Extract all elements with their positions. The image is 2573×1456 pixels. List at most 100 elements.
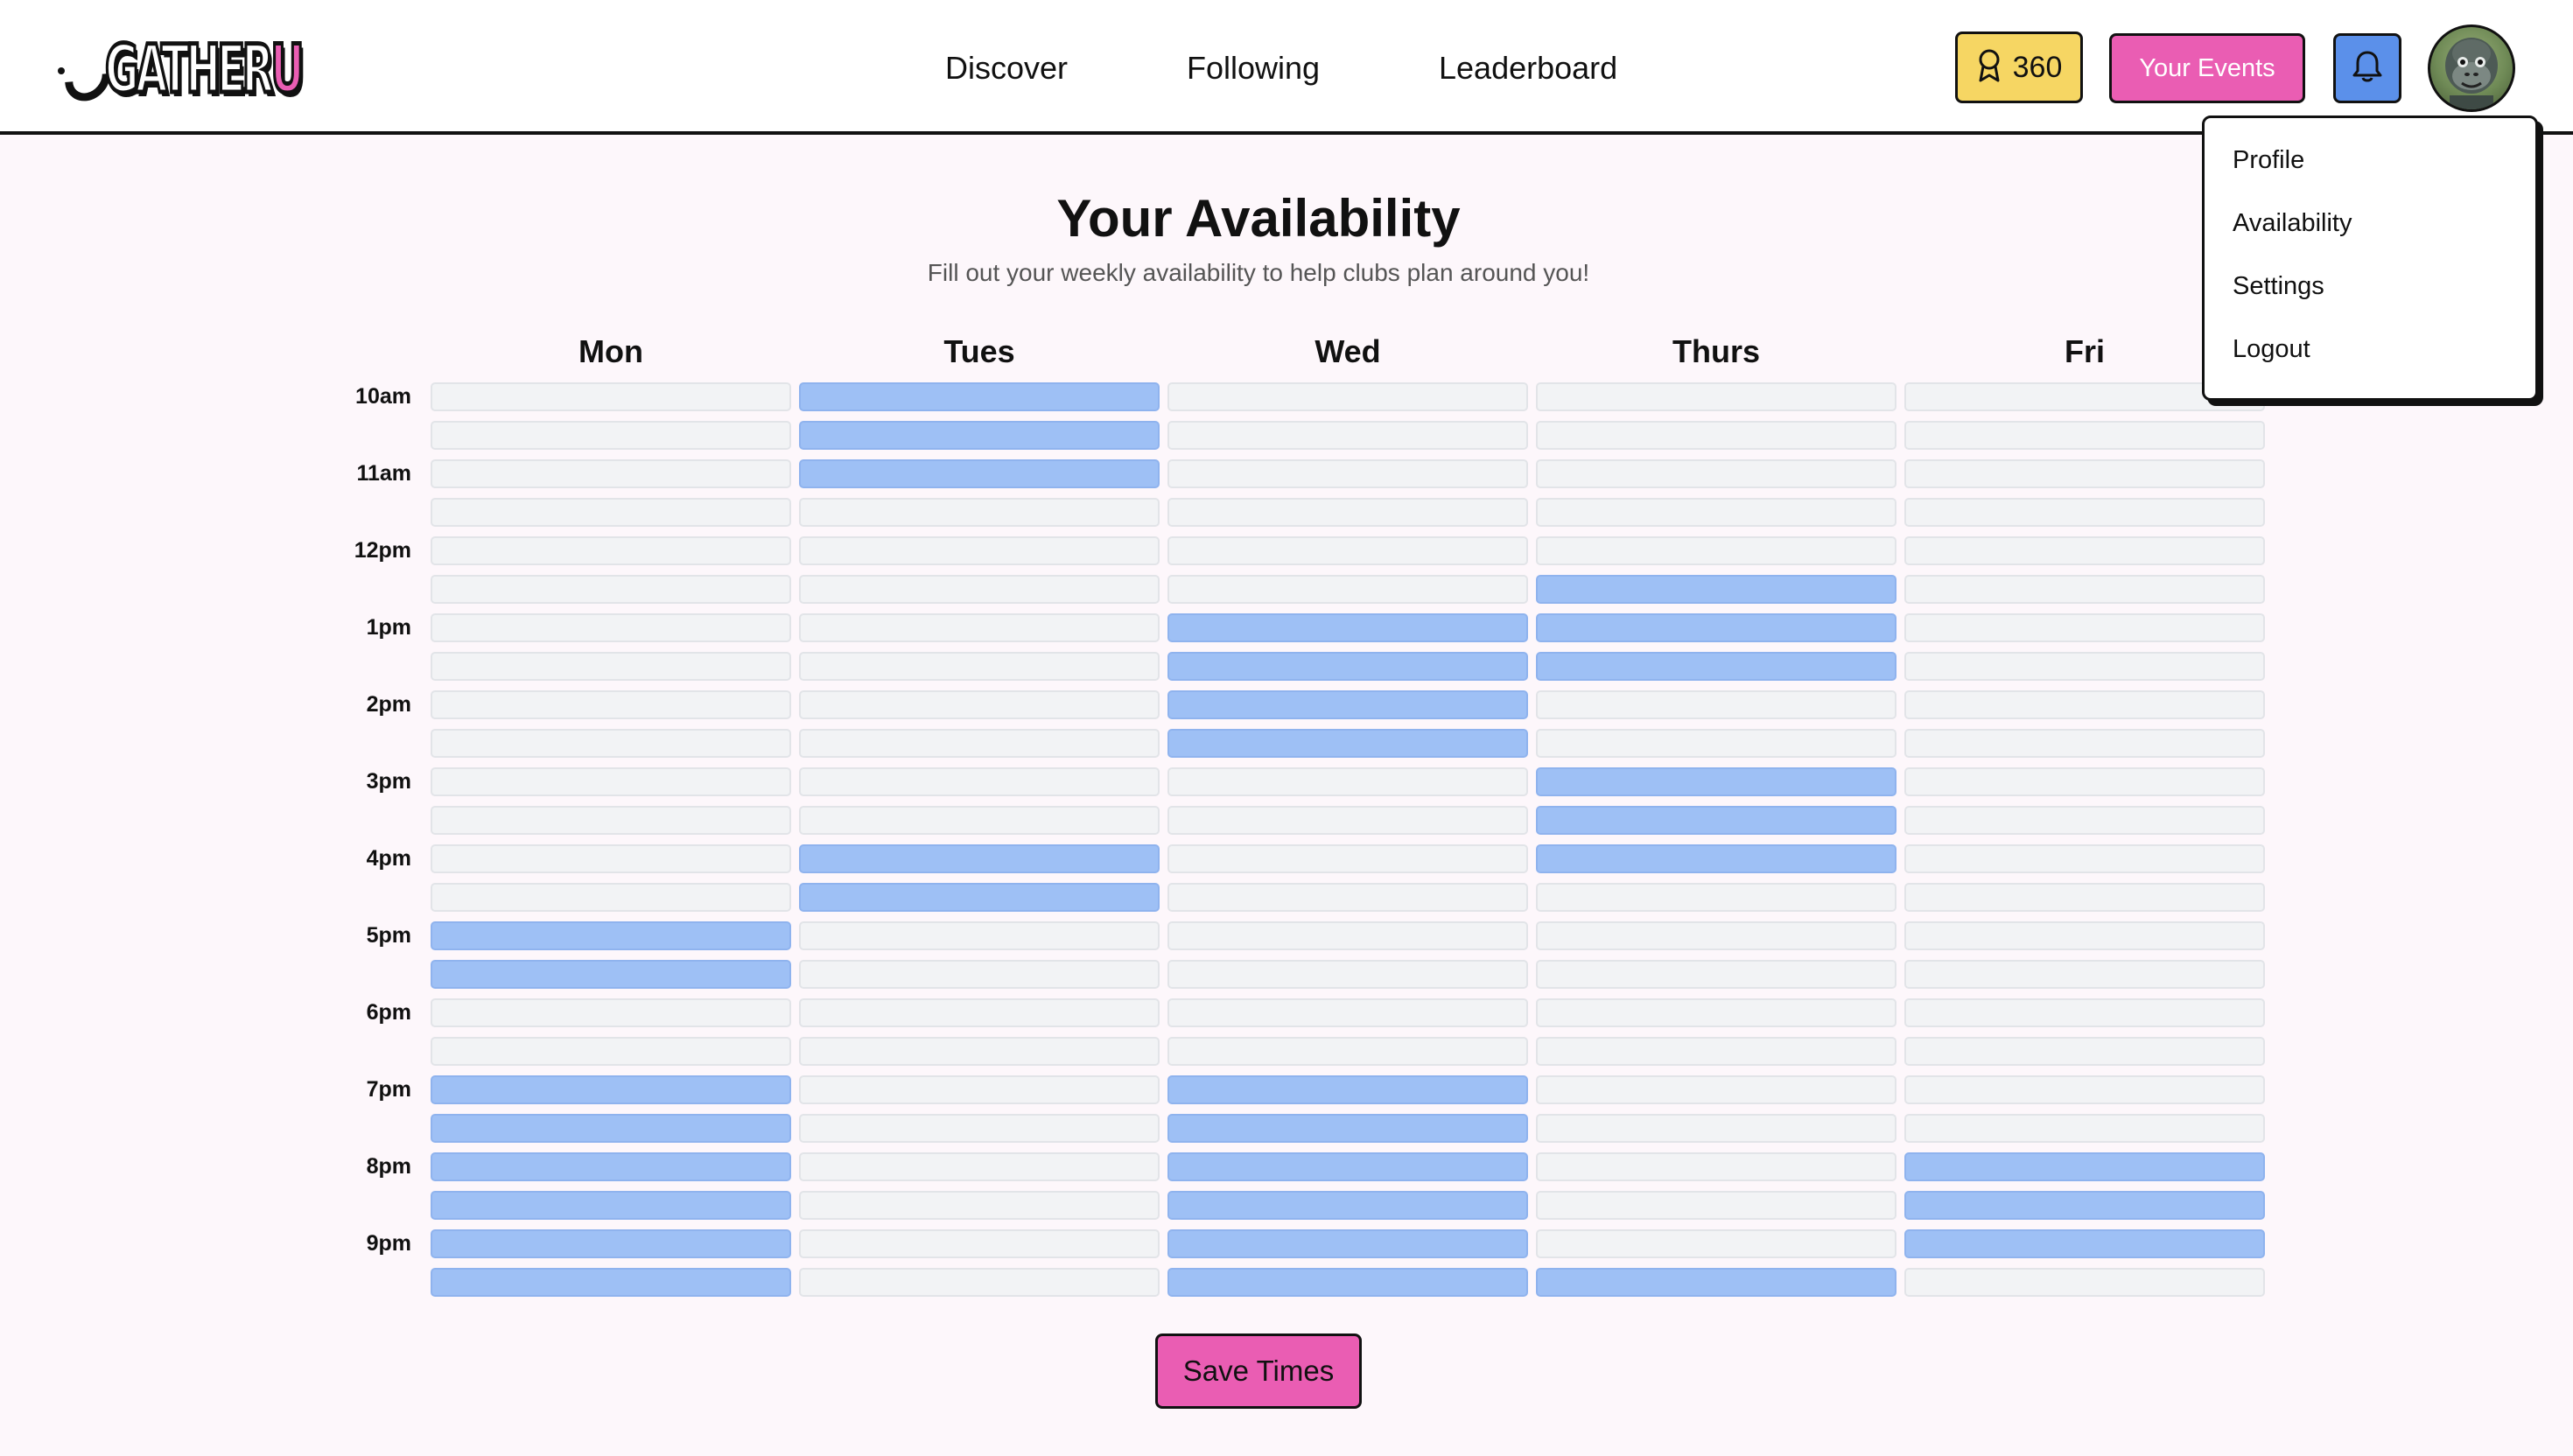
time-slot-tues-18[interactable] <box>799 1075 1160 1104</box>
time-slot-tues-5[interactable] <box>799 575 1160 604</box>
time-slot-thurs-16[interactable] <box>1536 998 1896 1027</box>
time-slot-wed-10[interactable] <box>1167 767 1528 796</box>
time-slot-thurs-4[interactable] <box>1536 536 1896 565</box>
time-slot-tues-12[interactable] <box>799 844 1160 873</box>
time-slot-tues-23[interactable] <box>799 1268 1160 1297</box>
time-slot-mon-15[interactable] <box>431 960 791 989</box>
time-slot-mon-16[interactable] <box>431 998 791 1027</box>
time-slot-mon-6[interactable] <box>431 613 791 642</box>
time-slot-wed-23[interactable] <box>1167 1268 1528 1297</box>
time-slot-wed-21[interactable] <box>1167 1191 1528 1220</box>
time-slot-mon-12[interactable] <box>431 844 791 873</box>
user-avatar[interactable] <box>2428 24 2515 112</box>
time-slot-wed-13[interactable] <box>1167 883 1528 912</box>
time-slot-thurs-12[interactable] <box>1536 844 1896 873</box>
time-slot-thurs-7[interactable] <box>1536 652 1896 681</box>
time-slot-mon-7[interactable] <box>431 652 791 681</box>
time-slot-fri-23[interactable] <box>1904 1268 2265 1297</box>
time-slot-thurs-19[interactable] <box>1536 1114 1896 1143</box>
time-slot-wed-18[interactable] <box>1167 1075 1528 1104</box>
time-slot-fri-9[interactable] <box>1904 729 2265 758</box>
time-slot-wed-15[interactable] <box>1167 960 1528 989</box>
time-slot-thurs-9[interactable] <box>1536 729 1896 758</box>
time-slot-tues-15[interactable] <box>799 960 1160 989</box>
time-slot-mon-3[interactable] <box>431 498 791 527</box>
time-slot-fri-18[interactable] <box>1904 1075 2265 1104</box>
time-slot-fri-2[interactable] <box>1904 459 2265 488</box>
time-slot-wed-20[interactable] <box>1167 1152 1528 1181</box>
time-slot-thurs-23[interactable] <box>1536 1268 1896 1297</box>
time-slot-tues-16[interactable] <box>799 998 1160 1027</box>
time-slot-tues-19[interactable] <box>799 1114 1160 1143</box>
time-slot-tues-0[interactable] <box>799 382 1160 411</box>
time-slot-wed-1[interactable] <box>1167 421 1528 450</box>
time-slot-thurs-15[interactable] <box>1536 960 1896 989</box>
time-slot-thurs-18[interactable] <box>1536 1075 1896 1104</box>
time-slot-tues-11[interactable] <box>799 806 1160 835</box>
time-slot-thurs-1[interactable] <box>1536 421 1896 450</box>
time-slot-thurs-8[interactable] <box>1536 690 1896 719</box>
time-slot-tues-4[interactable] <box>799 536 1160 565</box>
time-slot-wed-6[interactable] <box>1167 613 1528 642</box>
time-slot-fri-10[interactable] <box>1904 767 2265 796</box>
time-slot-thurs-11[interactable] <box>1536 806 1896 835</box>
points-button[interactable]: 360 <box>1955 32 2083 103</box>
time-slot-mon-20[interactable] <box>431 1152 791 1181</box>
nav-discover[interactable]: Discover <box>945 44 1068 93</box>
time-slot-tues-10[interactable] <box>799 767 1160 796</box>
time-slot-mon-19[interactable] <box>431 1114 791 1143</box>
time-slot-wed-3[interactable] <box>1167 498 1528 527</box>
time-slot-tues-21[interactable] <box>799 1191 1160 1220</box>
menu-item-settings[interactable]: Settings <box>2205 269 2535 332</box>
time-slot-mon-21[interactable] <box>431 1191 791 1220</box>
menu-item-logout[interactable]: Logout <box>2205 332 2535 395</box>
your-events-button[interactable]: Your Events <box>2109 33 2305 103</box>
time-slot-fri-16[interactable] <box>1904 998 2265 1027</box>
time-slot-wed-19[interactable] <box>1167 1114 1528 1143</box>
time-slot-fri-19[interactable] <box>1904 1114 2265 1143</box>
time-slot-fri-15[interactable] <box>1904 960 2265 989</box>
time-slot-thurs-17[interactable] <box>1536 1037 1896 1066</box>
menu-item-profile[interactable]: Profile <box>2205 143 2535 206</box>
time-slot-fri-4[interactable] <box>1904 536 2265 565</box>
time-slot-tues-22[interactable] <box>799 1229 1160 1258</box>
time-slot-fri-20[interactable] <box>1904 1152 2265 1181</box>
time-slot-wed-8[interactable] <box>1167 690 1528 719</box>
time-slot-tues-7[interactable] <box>799 652 1160 681</box>
time-slot-mon-0[interactable] <box>431 382 791 411</box>
time-slot-tues-8[interactable] <box>799 690 1160 719</box>
time-slot-wed-0[interactable] <box>1167 382 1528 411</box>
time-slot-thurs-6[interactable] <box>1536 613 1896 642</box>
time-slot-wed-5[interactable] <box>1167 575 1528 604</box>
time-slot-fri-3[interactable] <box>1904 498 2265 527</box>
time-slot-thurs-20[interactable] <box>1536 1152 1896 1181</box>
time-slot-wed-16[interactable] <box>1167 998 1528 1027</box>
time-slot-tues-17[interactable] <box>799 1037 1160 1066</box>
time-slot-thurs-13[interactable] <box>1536 883 1896 912</box>
time-slot-tues-1[interactable] <box>799 421 1160 450</box>
save-times-button[interactable]: Save Times <box>1155 1334 1362 1409</box>
time-slot-wed-4[interactable] <box>1167 536 1528 565</box>
time-slot-fri-17[interactable] <box>1904 1037 2265 1066</box>
notifications-button[interactable] <box>2333 33 2401 103</box>
time-slot-wed-17[interactable] <box>1167 1037 1528 1066</box>
time-slot-thurs-3[interactable] <box>1536 498 1896 527</box>
time-slot-wed-11[interactable] <box>1167 806 1528 835</box>
time-slot-mon-23[interactable] <box>431 1268 791 1297</box>
time-slot-mon-4[interactable] <box>431 536 791 565</box>
time-slot-tues-20[interactable] <box>799 1152 1160 1181</box>
time-slot-mon-14[interactable] <box>431 921 791 950</box>
time-slot-thurs-21[interactable] <box>1536 1191 1896 1220</box>
time-slot-tues-14[interactable] <box>799 921 1160 950</box>
time-slot-mon-17[interactable] <box>431 1037 791 1066</box>
time-slot-mon-9[interactable] <box>431 729 791 758</box>
time-slot-mon-10[interactable] <box>431 767 791 796</box>
time-slot-mon-22[interactable] <box>431 1229 791 1258</box>
nav-leaderboard[interactable]: Leaderboard <box>1439 44 1617 93</box>
time-slot-fri-1[interactable] <box>1904 421 2265 450</box>
menu-item-availability[interactable]: Availability <box>2205 206 2535 269</box>
time-slot-tues-9[interactable] <box>799 729 1160 758</box>
time-slot-fri-6[interactable] <box>1904 613 2265 642</box>
time-slot-wed-22[interactable] <box>1167 1229 1528 1258</box>
time-slot-fri-13[interactable] <box>1904 883 2265 912</box>
